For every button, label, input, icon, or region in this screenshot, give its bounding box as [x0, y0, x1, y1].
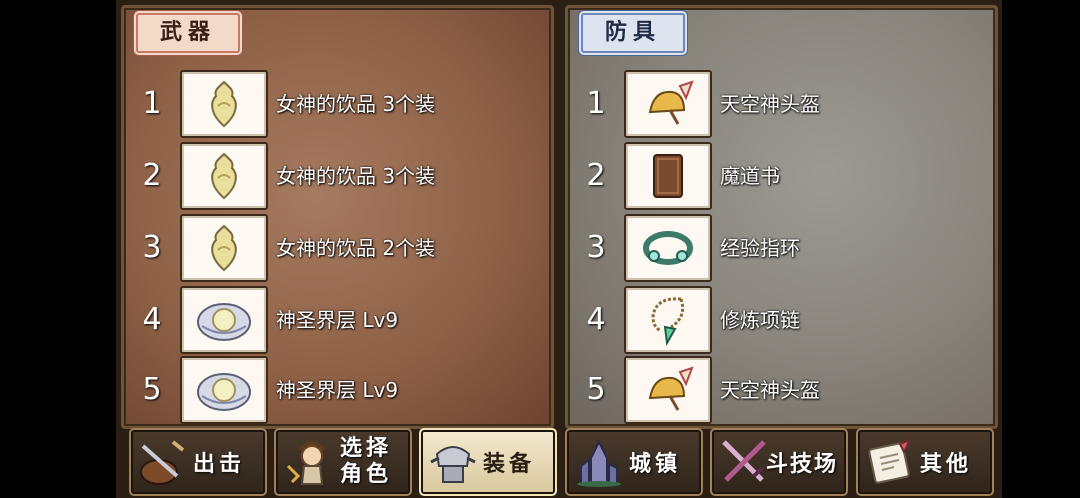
- weapon-name: 女神的饮品 3个装: [276, 164, 436, 188]
- scroll-icon: [868, 438, 913, 484]
- crossed-swords-icon: [722, 440, 766, 482]
- potion-icon: [180, 70, 268, 138]
- weapon-name: 神圣界层 Lv9: [276, 308, 399, 332]
- weapon-name: 女神的饮品 3个装: [276, 92, 436, 116]
- slot-number: 1: [142, 86, 162, 121]
- slot-number: 2: [142, 158, 162, 193]
- slot-number: 5: [142, 372, 162, 407]
- potion-icon: [180, 142, 268, 210]
- weapon-row-5[interactable]: 5 神圣界层 Lv9: [130, 356, 540, 424]
- armor-row-3[interactable]: 3 经验指环: [574, 214, 984, 282]
- attack-label: 出击: [193, 452, 246, 477]
- equip-label: 装备: [483, 452, 536, 477]
- select-label-line1: 选择: [340, 436, 393, 461]
- armor-set-icon: [430, 446, 476, 483]
- slot-number: 4: [142, 302, 162, 337]
- armor-name: 魔道书: [720, 164, 780, 188]
- potion-icon: [180, 214, 268, 282]
- weapon-name: 神圣界层 Lv9: [276, 378, 399, 402]
- armor-name: 修炼项链: [720, 308, 800, 332]
- armor-row-1[interactable]: 1 天空神头盔: [574, 70, 984, 138]
- attack-button[interactable]: 出击: [129, 428, 267, 496]
- other-label: 其他: [920, 452, 973, 477]
- book-icon: [624, 142, 712, 210]
- select-character-button[interactable]: 选择 角色: [274, 428, 412, 496]
- armor-name: 天空神头盔: [720, 378, 820, 402]
- weapon-row-3[interactable]: 3 女神的饮品 2个装: [130, 214, 540, 282]
- armor-name: 经验指环: [720, 236, 800, 260]
- equip-button[interactable]: 装备: [419, 428, 557, 496]
- weapon-tab[interactable]: 武器: [136, 13, 241, 53]
- other-button[interactable]: 其他: [856, 428, 994, 496]
- arena-button[interactable]: 斗技场: [710, 428, 848, 496]
- slot-number: 4: [586, 302, 606, 337]
- weapon-row-2[interactable]: 2 女神的饮品 3个装: [130, 142, 540, 210]
- armor-row-4[interactable]: 4 修炼项链: [574, 286, 984, 354]
- slot-number: 5: [586, 372, 606, 407]
- crystal-icon: [180, 286, 268, 354]
- armor-name: 天空神头盔: [720, 92, 820, 116]
- armor-tab[interactable]: 防具: [581, 13, 686, 53]
- slot-number: 1: [586, 86, 606, 121]
- sword-shield-icon: [140, 440, 185, 485]
- slot-number: 2: [586, 158, 606, 193]
- slot-number: 3: [586, 230, 606, 265]
- armor-row-2[interactable]: 2 魔道书: [574, 142, 984, 210]
- town-button[interactable]: 城镇: [565, 428, 703, 496]
- crystal-icon: [180, 356, 268, 424]
- helmet-icon: [624, 356, 712, 424]
- armor-row-5[interactable]: 5 天空神头盔: [574, 356, 984, 424]
- necklace-icon: [624, 286, 712, 354]
- weapon-row-4[interactable]: 4 神圣界层 Lv9: [130, 286, 540, 354]
- castle-icon: [577, 439, 621, 487]
- character-icon: [286, 441, 326, 485]
- helmet-icon: [624, 70, 712, 138]
- town-label: 城镇: [629, 452, 682, 477]
- weapon-name: 女神的饮品 2个装: [276, 236, 436, 260]
- ring-icon: [624, 214, 712, 282]
- weapon-row-1[interactable]: 1 女神的饮品 3个装: [130, 70, 540, 138]
- arena-label: 斗技场: [766, 452, 839, 477]
- select-label-line2: 角色: [340, 462, 393, 487]
- select-character-label: 选择 角色: [340, 430, 392, 494]
- slot-number: 3: [142, 230, 162, 265]
